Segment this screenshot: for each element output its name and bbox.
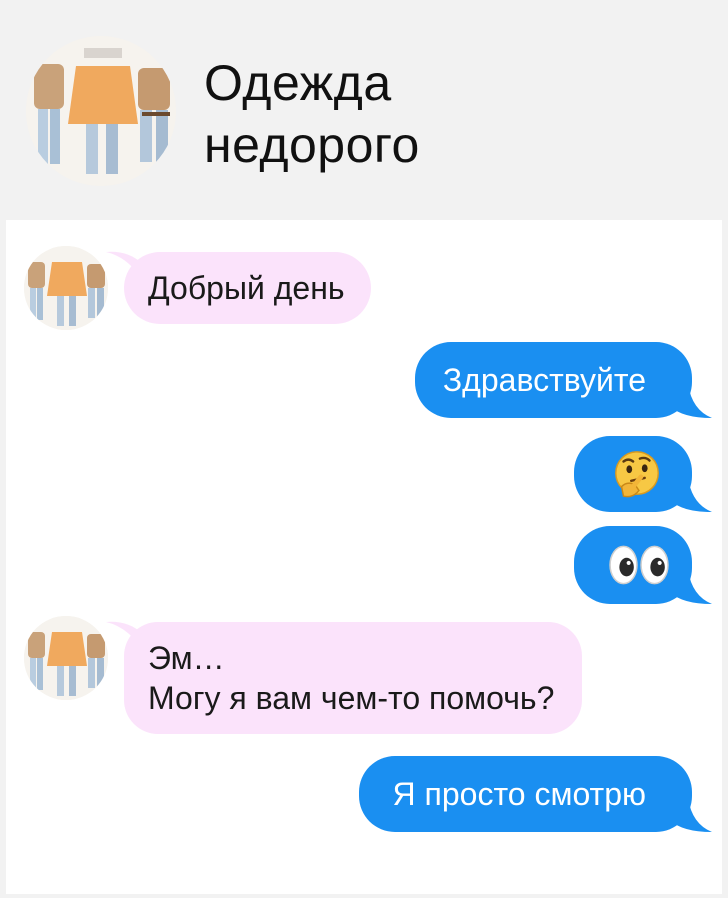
bubble-tail [670, 384, 712, 418]
sender-avatar[interactable] [24, 616, 108, 700]
clothing-store-avatar-icon [24, 616, 108, 700]
contact-name-line2: недорого [204, 117, 420, 173]
bubble-tail [670, 570, 712, 604]
message-text: Добрый день [148, 270, 345, 306]
message-list: Добрый день Здравствуйте Эм… Могу я вам … [6, 220, 722, 894]
chat-header: Одежда недорого [0, 0, 728, 218]
contact-name: Одежда недорого [204, 52, 420, 176]
message-text: Я просто смотрю [392, 776, 646, 812]
sender-avatar[interactable] [24, 246, 108, 330]
eyes-icon [609, 545, 669, 585]
outgoing-message[interactable]: Здравствуйте [414, 342, 712, 418]
clothing-store-avatar-icon [26, 36, 176, 186]
incoming-message[interactable]: Эм… Могу я вам чем-то помочь? [106, 621, 583, 734]
message-text-line2: Могу я вам чем-то помочь? [148, 680, 555, 716]
contact-avatar[interactable] [26, 36, 176, 186]
thinking-face-icon [615, 451, 659, 498]
message-text: Здравствуйте [442, 362, 646, 398]
clothing-store-avatar-icon [24, 246, 108, 330]
outgoing-emoji-message[interactable] [574, 436, 712, 512]
bubble-tail [106, 621, 146, 658]
outgoing-message[interactable]: Я просто смотрю [358, 756, 712, 832]
bubble-tail [106, 251, 146, 288]
incoming-message[interactable]: Добрый день [106, 251, 371, 324]
bubble-tail [670, 478, 712, 512]
outgoing-emoji-message[interactable] [574, 526, 712, 604]
contact-name-line1: Одежда [204, 55, 392, 111]
bubble-tail [670, 798, 712, 832]
message-text-line1: Эм… [148, 640, 225, 676]
